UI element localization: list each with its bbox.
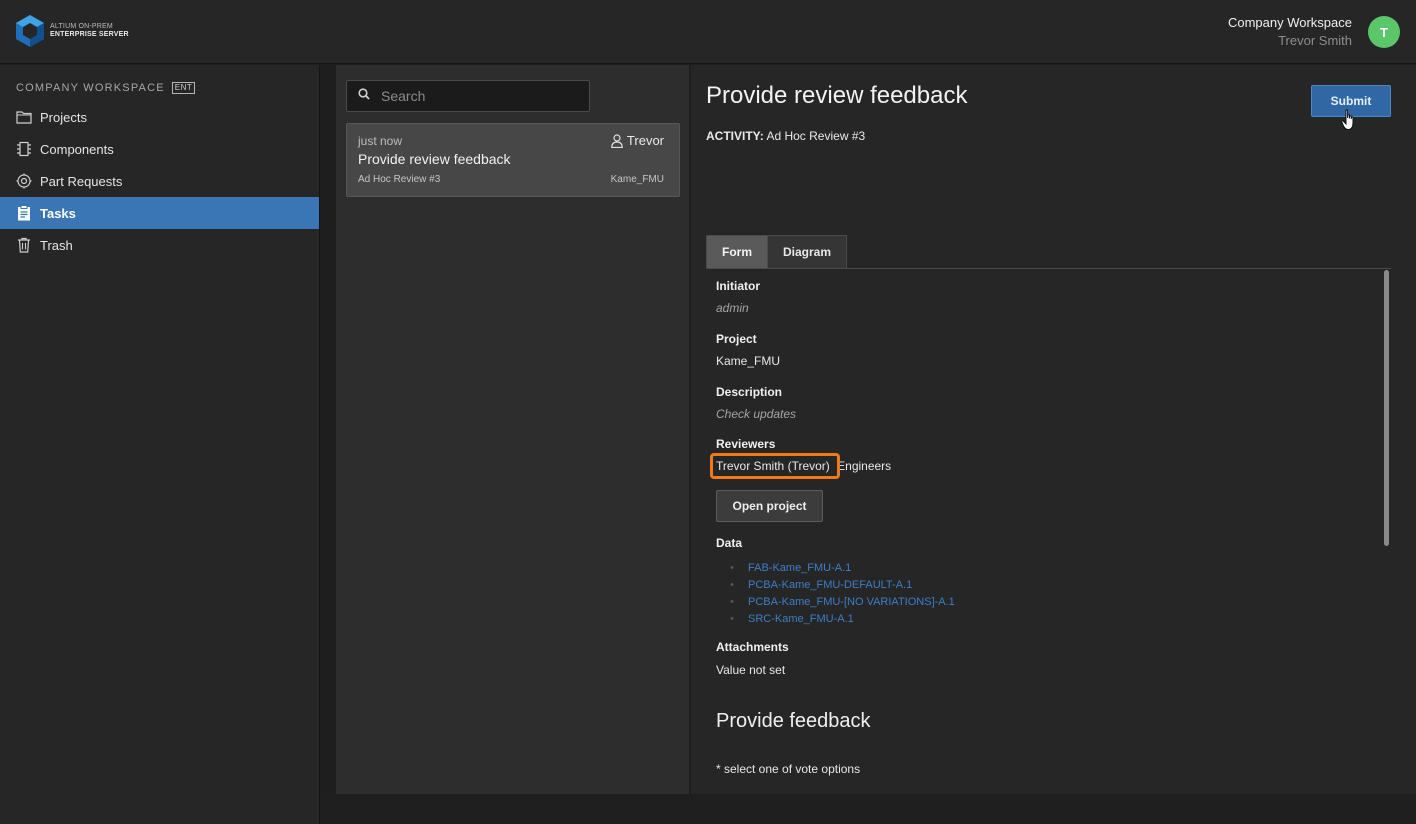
workspace-name: Company Workspace: [1227, 15, 1352, 30]
open-project-button[interactable]: Open project: [716, 490, 823, 522]
attachments-value: Value not set: [716, 663, 786, 677]
search-box[interactable]: [346, 80, 590, 112]
description-label: Description: [716, 385, 783, 399]
project-value: Kame_FMU: [716, 354, 781, 368]
sidebar-item-label: Components: [40, 141, 114, 157]
activity-label: ACTIVITY:: [706, 129, 764, 143]
initiator-label: Initiator: [716, 279, 760, 293]
page-title: Provide review feedback: [706, 82, 968, 109]
sidebar-item-projects[interactable]: Projects: [0, 101, 319, 133]
search-icon: [358, 87, 370, 105]
task-detail-panel: Provide review feedback ACTIVITY: Ad Hoc…: [691, 65, 1416, 794]
vote-note: * select one of vote options: [716, 762, 861, 776]
reviewer-highlight: [710, 453, 840, 479]
reviewer-engineers: Engineers: [837, 459, 892, 473]
detail-tabs: Form Diagram: [706, 235, 848, 269]
task-card[interactable]: just now Trevor Provide review feedback …: [346, 123, 680, 197]
bottom-strip: [320, 794, 1416, 824]
sidebar-item-components[interactable]: Components: [0, 133, 319, 165]
sidebar-item-tasks[interactable]: Tasks: [0, 197, 319, 229]
search-input[interactable]: [381, 88, 571, 104]
sidebar-item-part-requests[interactable]: Part Requests: [0, 165, 319, 197]
feedback-title: Provide feedback: [716, 710, 871, 732]
sidebar: COMPANY WORKSPACE ENT Projects Component…: [0, 65, 320, 824]
part-request-icon: [16, 173, 32, 189]
tab-divider: [706, 268, 1391, 269]
chip-icon: [16, 141, 32, 157]
tab-diagram[interactable]: Diagram: [768, 235, 848, 269]
hand-cursor-icon: [1341, 109, 1357, 136]
logo-wordmark: ALTIUM ON-PREM ENTERPRISE SERVER: [50, 23, 129, 39]
sidebar-workspace-title: COMPANY WORKSPACE ENT: [16, 82, 196, 94]
task-time: just now: [358, 134, 403, 148]
form-scrollbar[interactable]: [1384, 270, 1389, 546]
reviewers-label: Reviewers: [716, 437, 776, 451]
altium-logo[interactable]: ALTIUM ON-PREM ENTERPRISE SERVER: [16, 15, 129, 47]
avatar[interactable]: T: [1368, 16, 1400, 48]
description-value: Check updates: [716, 407, 797, 421]
task-assignee: Trevor: [611, 133, 664, 148]
tab-form[interactable]: Form: [706, 235, 768, 269]
activity-line: ACTIVITY: Ad Hoc Review #3: [706, 129, 865, 143]
trash-icon: [16, 237, 32, 253]
ent-badge: ENT: [171, 82, 196, 94]
data-link[interactable]: SRC-Kame_FMU-A.1: [730, 611, 955, 628]
app-header: ALTIUM ON-PREM ENTERPRISE SERVER Company…: [0, 0, 1416, 64]
sidebar-item-trash[interactable]: Trash: [0, 229, 319, 261]
sidebar-item-label: Trash: [40, 237, 73, 253]
attachments-label: Attachments: [716, 640, 789, 654]
task-title: Provide review feedback: [358, 151, 511, 167]
data-link[interactable]: FAB-Kame_FMU-A.1: [730, 560, 955, 577]
task-assignee-name: Trevor: [626, 133, 664, 148]
sidebar-nav: Projects Components Part Requests Tasks …: [0, 101, 319, 261]
clipboard-icon: [16, 205, 32, 221]
sidebar-item-label: Part Requests: [40, 173, 123, 189]
data-list: FAB-Kame_FMU-A.1 PCBA-Kame_FMU-DEFAULT-A…: [730, 560, 955, 628]
project-label: Project: [716, 332, 757, 346]
sidebar-item-label: Projects: [40, 109, 87, 125]
user-icon: [611, 133, 623, 148]
current-user-name: Trevor Smith: [1278, 33, 1352, 48]
sidebar-item-label: Tasks: [40, 205, 76, 221]
data-link[interactable]: PCBA-Kame_FMU-DEFAULT-A.1: [730, 577, 955, 594]
task-list-panel: just now Trevor Provide review feedback …: [336, 65, 690, 794]
workspace-info[interactable]: Company Workspace Trevor Smith: [1228, 15, 1352, 48]
altium-logo-icon: [16, 15, 44, 47]
logo-line-2: ENTERPRISE SERVER: [50, 31, 129, 38]
task-project: Kame_FMU: [610, 174, 664, 185]
task-activity: Ad Hoc Review #3: [358, 174, 441, 185]
activity-value: Ad Hoc Review #3: [766, 129, 866, 143]
data-link[interactable]: PCBA-Kame_FMU-[NO VARIATIONS]-A.1: [730, 594, 955, 611]
data-label: Data: [716, 536, 743, 550]
folder-icon: [16, 109, 32, 125]
sidebar-title-text: COMPANY WORKSPACE: [16, 82, 165, 94]
initiator-value: admin: [716, 301, 749, 315]
logo-line-1: ALTIUM ON-PREM: [50, 23, 113, 30]
